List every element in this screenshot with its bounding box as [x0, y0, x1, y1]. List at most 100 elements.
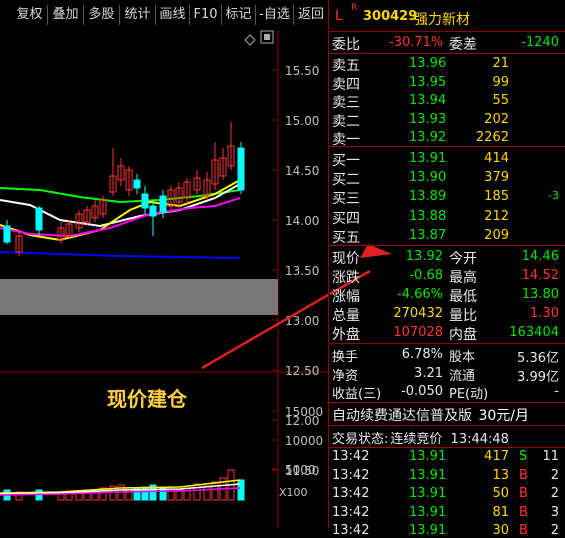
weicha-label: 委差	[449, 37, 477, 53]
volume-tick-label: 5000	[285, 463, 316, 477]
volume-unit-label: X100	[279, 486, 308, 499]
fundamental-label: 净资	[332, 368, 359, 384]
trade-status-label: 交易状态:	[332, 432, 389, 447]
fuquan-button[interactable]: 复权	[12, 5, 48, 25]
candle-body	[141, 193, 149, 209]
tick-time: 13:42	[332, 449, 370, 464]
quote-label: 外盘	[332, 327, 360, 343]
multi-stock-button[interactable]: 多股	[84, 5, 120, 25]
order-price[interactable]: 13.93	[409, 112, 446, 127]
draw-line-button[interactable]: 画线	[156, 5, 190, 25]
tick-price: 13.91	[409, 523, 447, 538]
fundamental-value: -0.050	[401, 384, 443, 399]
remove-watchlist-button[interactable]: -自选	[256, 5, 294, 25]
price-tick-label: 12.50	[285, 364, 319, 378]
tick-side: S	[519, 449, 528, 464]
promo-link[interactable]: 自动续费通达信普及版 30元/月	[332, 405, 529, 425]
window-toggle-icon[interactable]	[260, 30, 274, 44]
order-label: 买五	[332, 229, 360, 246]
tick-price: 13.91	[409, 504, 447, 520]
order-label: 买四	[332, 210, 360, 227]
quote-label: 总量	[332, 308, 360, 324]
volume-bar	[193, 483, 201, 501]
price-tick-label: 15.00	[285, 114, 319, 128]
weicha-value: -1240	[521, 35, 559, 50]
mark-button[interactable]: 标记	[222, 5, 256, 25]
fundamental-value: -	[554, 384, 559, 399]
fundamental-value: 3.99亿	[517, 369, 559, 385]
kline-chart[interactable]: 15.5015.0014.5014.0013.5013.0012.5012.00…	[0, 30, 365, 528]
volume-tick-label: 10000	[285, 434, 323, 448]
volume-tick-label: 15000	[285, 405, 323, 419]
stock-code: 300429	[363, 9, 418, 24]
tick-count: 2	[550, 523, 559, 538]
order-volume: 21	[492, 56, 509, 71]
quote-value: 13.80	[521, 287, 559, 302]
candle-body	[3, 225, 11, 243]
kline-chart-area[interactable]: 15.50 15.00 14.50 14.00 13.50 13.00 12.50 12.00…	[0, 30, 365, 528]
tick-volume: 13	[492, 467, 509, 483]
tick-count: 11	[542, 449, 559, 464]
quote-value: 14.52	[521, 268, 559, 283]
order-volume: 379	[484, 170, 509, 186]
quote-panel: L R 300429 强力新材 委比 -30.71% 委差 -1240 卖五 13…	[328, 0, 565, 538]
order-volume: 99	[492, 74, 509, 90]
order-label: 买一	[332, 153, 360, 169]
order-price[interactable]: 13.94	[409, 93, 446, 108]
fundamental-label: 收益(三)	[332, 387, 382, 402]
fundamental-label: PE(动)	[449, 387, 489, 402]
highlight-band	[0, 279, 278, 315]
quote-value: 270432	[393, 306, 443, 321]
trade-status-value: 连续竞价	[390, 432, 443, 447]
order-price[interactable]: 13.89	[409, 189, 446, 204]
order-volume: 185	[484, 189, 509, 205]
order-price[interactable]: 13.90	[409, 170, 446, 185]
price-tick-label: 14.50	[285, 164, 319, 178]
order-label: 卖五	[332, 58, 360, 74]
diamond-icon[interactable]	[244, 34, 256, 46]
order-volume: 55	[492, 93, 509, 109]
order-price[interactable]: 13.96	[409, 56, 446, 71]
order-label: 买三	[332, 191, 360, 208]
tick-side: B	[519, 523, 528, 538]
order-volume: 209	[484, 227, 509, 243]
stock-name: 强力新材	[414, 12, 470, 28]
order-price[interactable]: 13.88	[409, 209, 446, 224]
f10-button[interactable]: F10	[190, 5, 222, 25]
tick-time: 13:42	[332, 486, 370, 501]
order-volume: 414	[484, 151, 509, 166]
candle-body	[237, 147, 245, 191]
quote-label: 最高	[449, 270, 477, 286]
price-tick-label: 13.50	[285, 264, 319, 278]
quote-value: 14.46	[521, 249, 559, 264]
candle-body	[149, 205, 157, 217]
order-label: 卖四	[332, 76, 360, 93]
quote-label: 内盘	[449, 327, 477, 343]
statistics-button[interactable]: 统计	[120, 5, 156, 25]
tick-time: 13:42	[332, 467, 370, 483]
market-prefix: L	[335, 8, 343, 24]
order-volume: 212	[484, 208, 509, 224]
tick-time: 13:42	[332, 504, 370, 520]
candle-body	[35, 207, 43, 231]
tick-volume: 417	[484, 449, 509, 464]
order-price[interactable]: 13.87	[409, 228, 446, 243]
back-button[interactable]: 返回	[294, 5, 328, 25]
order-change: -3	[548, 189, 559, 203]
order-price[interactable]: 13.95	[409, 75, 446, 90]
overlay-button[interactable]: 叠加	[48, 5, 84, 25]
quote-label: 现价	[332, 251, 360, 267]
price-tick-label: 15.50	[285, 64, 319, 78]
tick-count: 2	[550, 486, 559, 501]
quote-label: 涨跌	[332, 270, 360, 286]
quote-value: -0.68	[409, 268, 443, 283]
order-price[interactable]: 13.92	[409, 130, 446, 145]
volume-bar	[65, 493, 73, 501]
order-price[interactable]: 13.91	[409, 151, 446, 166]
quote-value: 163404	[509, 325, 559, 340]
quote-label: 最低	[449, 289, 477, 305]
webi-value: -30.71%	[389, 35, 444, 50]
tick-count: 3	[550, 504, 559, 520]
quote-label: 量比	[449, 308, 477, 324]
tick-side: B	[519, 504, 528, 520]
